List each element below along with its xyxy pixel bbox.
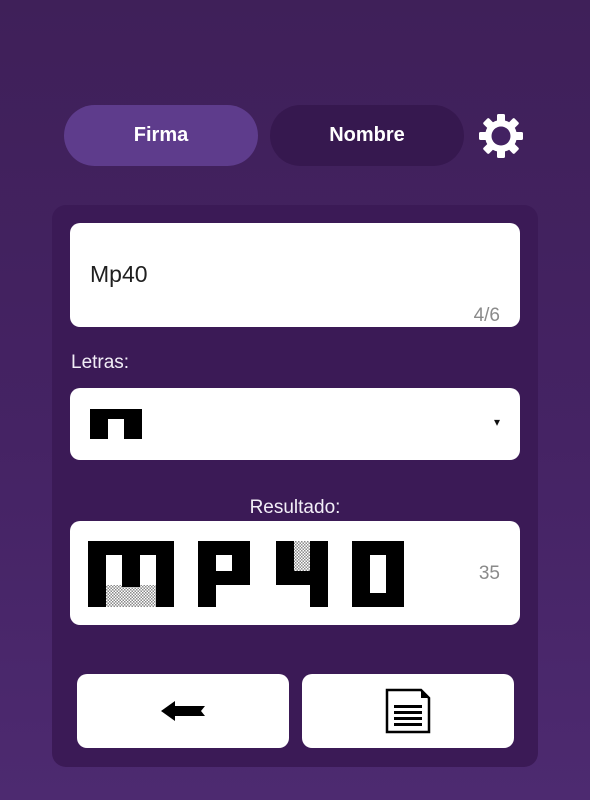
chevron-down-icon: ▾ <box>493 415 500 429</box>
tab-nombre[interactable]: Nombre <box>270 105 464 166</box>
main-panel: Mp40 4/6 Letras: ▾ Resultado: 35 <box>52 205 538 767</box>
art-digit-0 <box>352 541 404 607</box>
block-text-art <box>88 541 404 607</box>
character-counter: 4/6 <box>473 305 500 326</box>
resultado-label: Resultado: <box>249 497 341 518</box>
font-style-preview-icon <box>90 409 142 439</box>
document-icon <box>385 688 431 734</box>
back-button[interactable] <box>77 674 289 748</box>
gear-icon[interactable] <box>478 113 524 159</box>
tab-firma[interactable]: Firma <box>64 105 258 166</box>
art-digit-4 <box>276 541 328 607</box>
art-letter-p <box>198 541 250 607</box>
letras-label: Letras: <box>71 352 130 373</box>
art-letter-m <box>88 541 174 607</box>
letras-dropdown[interactable]: ▾ <box>70 388 520 460</box>
document-button[interactable] <box>302 674 514 748</box>
result-preview: 35 <box>70 521 520 625</box>
tab-bar: Firma Nombre <box>64 105 534 166</box>
signature-text-field[interactable]: Mp40 4/6 <box>70 223 520 327</box>
arrow-left-icon <box>161 701 205 721</box>
signature-text-value: Mp40 <box>90 261 148 287</box>
result-count: 35 <box>478 563 500 584</box>
